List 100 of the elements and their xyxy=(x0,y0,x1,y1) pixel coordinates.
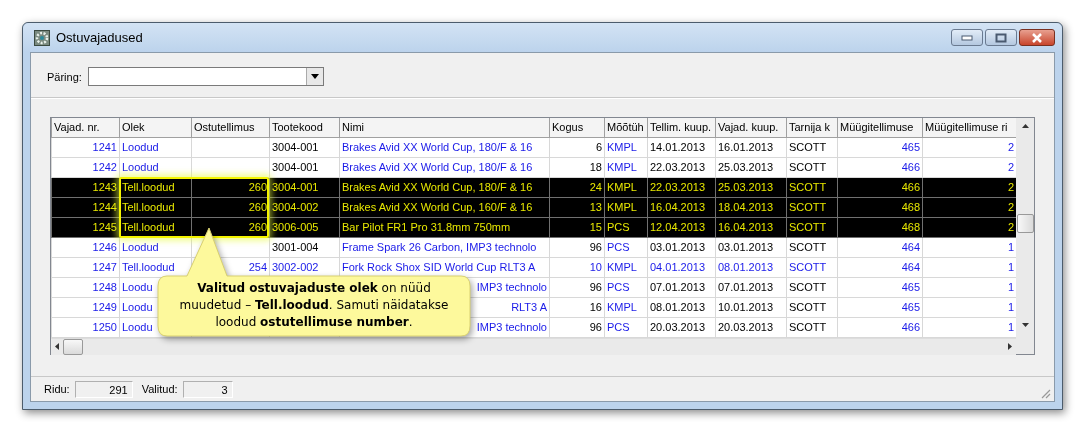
table-cell: Loodud xyxy=(122,141,159,153)
selected-label: Valitud: xyxy=(141,383,178,395)
table-cell: 25.03.2013 xyxy=(718,161,774,173)
table-cell: RLT3 A xyxy=(511,301,547,313)
table-cell: 1 xyxy=(1007,241,1014,253)
minimize-icon xyxy=(961,34,973,41)
table-cell: Frame Spark 26 Carbon, IMP3 technolo xyxy=(342,241,537,253)
close-button[interactable] xyxy=(1019,29,1055,46)
table-cell: PCS xyxy=(607,281,630,293)
column-header[interactable]: Tootekood xyxy=(269,118,340,137)
table-cell: 07.01.2013 xyxy=(718,281,774,293)
table-cell: 3004-002 xyxy=(272,201,319,213)
table-cell: Loodu xyxy=(122,281,153,293)
table-cell: KMPL xyxy=(607,141,637,153)
rows-count: 291 xyxy=(74,380,133,398)
column-header[interactable]: Tarnija k xyxy=(786,118,838,137)
table-cell: 464 xyxy=(901,241,920,253)
table-cell: 03.01.2013 xyxy=(718,241,774,253)
table-cell: IMP3 technolo xyxy=(476,281,547,293)
table-cell: 22.03.2013 xyxy=(650,181,706,193)
column-header[interactable]: Mõõtüh xyxy=(604,118,648,137)
query-dropdown[interactable] xyxy=(87,67,324,86)
scroll-thumb[interactable] xyxy=(1016,214,1034,233)
table-cell: 3006-005 xyxy=(272,221,319,233)
table-cell: Brakes Avid XX World Cup, 180/F & 16 xyxy=(342,161,533,173)
table-cell: 1241 xyxy=(92,141,117,153)
selected-count: 3 xyxy=(182,380,233,398)
column-header[interactable]: Olek xyxy=(119,118,192,137)
table-cell: 96 xyxy=(589,281,602,293)
table-cell: SCOTT xyxy=(789,281,827,293)
table-cell: 07.01.2013 xyxy=(650,281,706,293)
table-cell: 468 xyxy=(901,221,920,233)
table-cell: 25.03.2013 xyxy=(718,181,774,193)
app-icon xyxy=(34,29,50,46)
table-cell: KMPL xyxy=(607,181,637,193)
table-cell: 18 xyxy=(589,161,602,173)
table-cell: 10.01.2013 xyxy=(718,301,774,313)
table-cell: Loodu xyxy=(122,301,153,313)
column-header[interactable]: Vajad. kuup. xyxy=(715,118,787,137)
table-cell: 465 xyxy=(901,281,920,293)
table-cell: 20.03.2013 xyxy=(718,321,774,333)
table-cell: SCOTT xyxy=(789,201,827,213)
scroll-thumb[interactable] xyxy=(63,338,83,355)
table-cell: 14.01.2013 xyxy=(650,141,706,153)
maximize-button[interactable] xyxy=(985,29,1017,46)
table-cell: Brakes Avid XX World Cup, 180/F & 16 xyxy=(342,181,533,193)
table-cell: 16.01.2013 xyxy=(718,141,774,153)
column-header[interactable]: Müügitellimuse ri xyxy=(922,118,1017,137)
table-cell: PCS xyxy=(607,241,630,253)
table-cell: 1249 xyxy=(92,301,117,313)
table-cell: 16.04.2013 xyxy=(650,201,706,213)
column-header[interactable]: Ostutellimus xyxy=(191,118,270,137)
column-header[interactable]: Nimi xyxy=(339,118,550,137)
minimize-button[interactable] xyxy=(951,29,983,46)
table-cell: KMPL xyxy=(607,261,637,273)
table-cell: 16 xyxy=(589,301,602,313)
table-cell: 04.01.2013 xyxy=(650,261,706,273)
table-cell: KMPL xyxy=(607,201,637,213)
table-cell: 2 xyxy=(1007,221,1014,233)
table-cell: 20.03.2013 xyxy=(650,321,706,333)
table-cell: 16.04.2013 xyxy=(718,221,774,233)
table-cell: 08.01.2013 xyxy=(650,301,706,313)
table-cell: PCS xyxy=(607,221,630,233)
column-header[interactable]: Kogus xyxy=(549,118,605,137)
table-cell: 22.03.2013 xyxy=(650,161,706,173)
scroll-left-icon xyxy=(55,343,59,350)
table-cell: 96 xyxy=(589,241,602,253)
table-cell: PCS xyxy=(607,321,630,333)
column-header[interactable]: Vajad. nr. xyxy=(51,118,120,137)
table-cell: Fork Rock Shox SID World Cup RLT3 A xyxy=(342,261,536,273)
table-cell: 1 xyxy=(1007,321,1014,333)
window-title: Ostuvajadused xyxy=(56,30,143,45)
table-cell: 260 xyxy=(248,201,267,213)
table-cell: 1245 xyxy=(92,221,117,233)
table-cell: SCOTT xyxy=(789,321,827,333)
scroll-up-icon xyxy=(1021,124,1029,128)
table-cell: Loodu xyxy=(122,321,153,333)
table-cell: 466 xyxy=(901,321,920,333)
scroll-down-icon xyxy=(1021,323,1029,327)
table-cell: 1 xyxy=(1007,281,1014,293)
table-cell: 1250 xyxy=(92,321,117,333)
callout-text: Valitud ostuvajaduste olek on nüüd muudetud – Tell.loodud. Samuti näidatakse loodud ostutellimuse number. xyxy=(178,280,450,331)
table-cell: 3002-002 xyxy=(272,261,319,273)
table-cell: 1243 xyxy=(92,181,117,193)
column-header[interactable]: Tellim. kuup. xyxy=(647,118,716,137)
table-cell: 3001-004 xyxy=(272,241,319,253)
table-cell: KMPL xyxy=(607,161,637,173)
table-cell: 254 xyxy=(248,261,267,273)
table-cell: Tell.loodud xyxy=(122,181,175,193)
table-cell: 466 xyxy=(901,161,920,173)
table-cell: 1242 xyxy=(92,161,117,173)
table-cell: 2 xyxy=(1007,161,1014,173)
column-header[interactable]: Müügitellimuse xyxy=(837,118,923,137)
table-cell: 3004-001 xyxy=(272,161,319,173)
table-cell: 1246 xyxy=(92,241,117,253)
table-cell: Tell.loodud xyxy=(122,201,175,213)
table-cell: 1244 xyxy=(92,201,117,213)
table-cell: 15 xyxy=(589,221,602,233)
query-label: Päring: xyxy=(47,70,82,83)
table-cell: 466 xyxy=(901,181,920,193)
